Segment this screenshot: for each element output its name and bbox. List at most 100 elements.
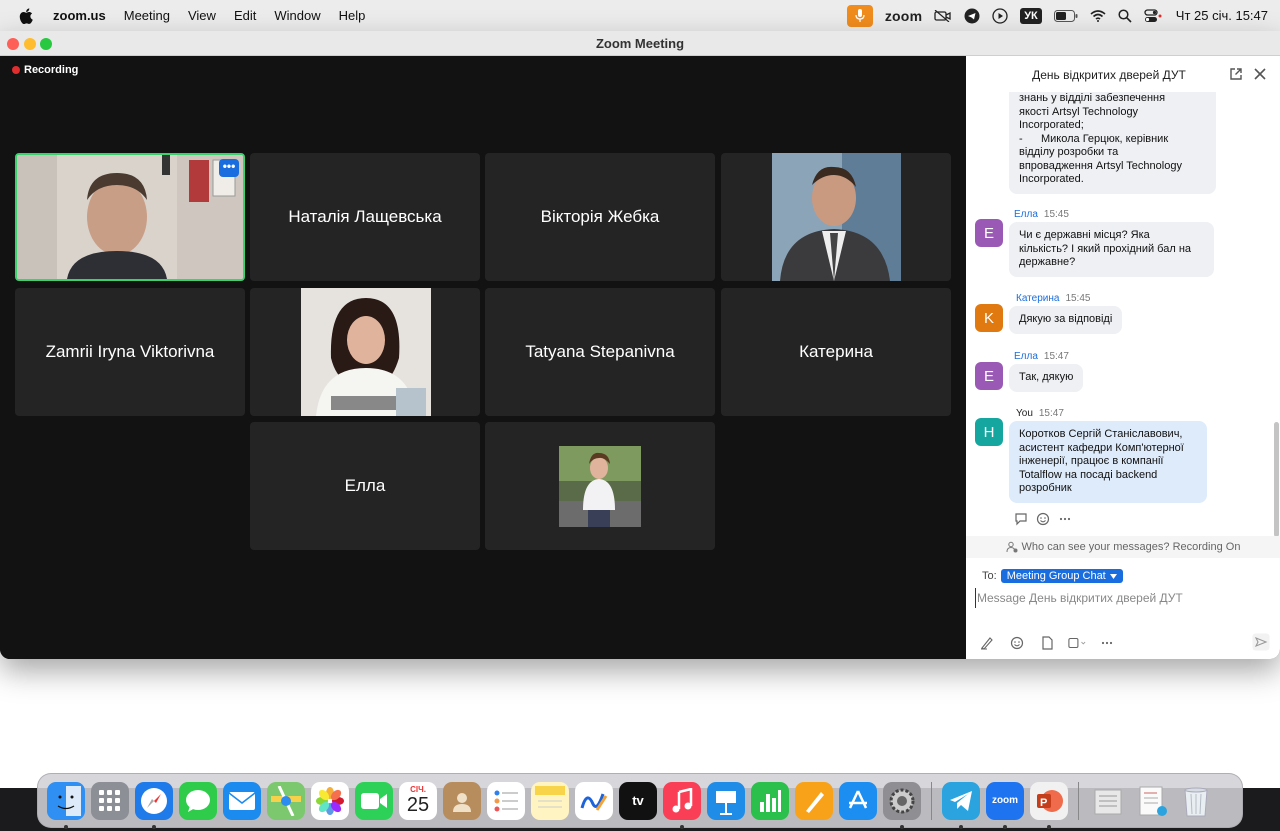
contacts-icon[interactable] bbox=[443, 781, 481, 820]
messages-icon[interactable] bbox=[179, 781, 217, 820]
emoji-icon[interactable] bbox=[1008, 634, 1026, 652]
participant-tile-zamrii[interactable]: Zamrii Iryna Viktorivna bbox=[15, 288, 245, 416]
apple-tv-icon[interactable]: tv bbox=[619, 781, 657, 820]
recording-indicator[interactable]: Recording bbox=[12, 64, 78, 76]
participant-video-man-icon bbox=[17, 155, 243, 279]
message-line: якості Artsyl Technology bbox=[1019, 105, 1139, 118]
safari-icon[interactable] bbox=[135, 781, 173, 829]
music-icon[interactable] bbox=[663, 781, 701, 829]
attach-file-icon[interactable] bbox=[1038, 634, 1056, 652]
participant-tile-video-child[interactable] bbox=[485, 422, 715, 550]
avatar[interactable]: H bbox=[975, 418, 1003, 446]
control-center-icon[interactable] bbox=[1144, 0, 1162, 31]
chat-message-bubble[interactable]: Дякую за відповіді bbox=[1009, 306, 1123, 334]
menu-bar: zoom.us Meeting View Edit Window Help zo… bbox=[0, 0, 1280, 31]
avatar[interactable]: K bbox=[975, 304, 1003, 332]
format-text-icon[interactable] bbox=[978, 634, 996, 652]
screenshot-icon[interactable] bbox=[1068, 634, 1086, 652]
more-options-icon[interactable] bbox=[1058, 512, 1072, 526]
message-line: знань у відділі забезпечення bbox=[1019, 92, 1166, 104]
keynote-icon[interactable] bbox=[707, 781, 745, 820]
powerpoint-icon[interactable]: P bbox=[1030, 781, 1068, 829]
window-title-bar[interactable]: Zoom Meeting bbox=[0, 31, 1280, 56]
trash-icon[interactable] bbox=[1177, 782, 1215, 820]
facetime-icon[interactable] bbox=[355, 781, 393, 820]
chat-scrollbar[interactable] bbox=[1274, 422, 1279, 536]
photos-icon[interactable] bbox=[311, 781, 349, 820]
finder-icon[interactable] bbox=[47, 781, 85, 829]
menu-app-name[interactable]: zoom.us bbox=[53, 8, 106, 23]
avatar[interactable]: E bbox=[975, 219, 1003, 247]
zoom-menu-extra[interactable]: zoom bbox=[885, 8, 922, 24]
apple-logo-icon[interactable] bbox=[15, 7, 37, 24]
maps-icon[interactable] bbox=[267, 781, 305, 820]
participant-photo-icon bbox=[559, 446, 641, 527]
calendar-icon[interactable]: СІЧ. 25 bbox=[399, 781, 437, 820]
app-store-icon[interactable] bbox=[839, 781, 877, 820]
more-options-icon[interactable] bbox=[1098, 634, 1116, 652]
message-time: 15:47 bbox=[1038, 408, 1064, 419]
add-reaction-icon[interactable] bbox=[1036, 512, 1050, 526]
privacy-notice[interactable]: Who can see your messages? Recording On bbox=[966, 536, 1280, 558]
reply-thread-icon[interactable] bbox=[1014, 512, 1028, 526]
chat-message-bubble[interactable]: Так, дякую bbox=[1009, 364, 1084, 392]
spotlight-search-icon[interactable] bbox=[1118, 0, 1132, 31]
participant-tile-ella[interactable]: Елла bbox=[250, 422, 480, 550]
launchpad-icon[interactable] bbox=[91, 781, 129, 820]
calendar-day: 25 bbox=[406, 794, 430, 816]
close-icon[interactable] bbox=[1252, 66, 1268, 82]
participant-tile-active-speaker[interactable]: ••• bbox=[15, 153, 245, 281]
pop-out-icon[interactable] bbox=[1228, 66, 1244, 82]
telegram-menu-icon[interactable] bbox=[964, 0, 980, 31]
participant-tile-tatyana[interactable]: Tatyana Stepanivna bbox=[485, 288, 715, 416]
mail-icon[interactable] bbox=[223, 781, 261, 820]
message-time: 15:45 bbox=[1065, 293, 1091, 304]
send-icon[interactable] bbox=[1252, 633, 1270, 651]
telegram-icon[interactable] bbox=[942, 781, 980, 829]
apple-tv-label: tv bbox=[632, 793, 644, 808]
menu-edit[interactable]: Edit bbox=[234, 8, 256, 23]
chat-message-list[interactable]: знань у відділі забезпечення якості Arts… bbox=[966, 92, 1280, 536]
my-chat-message-bubble[interactable]: Коротков Сергій Станіславович, асистент … bbox=[1009, 421, 1207, 503]
menu-bar-clock[interactable]: Чт 25 січ. 15:47 bbox=[1176, 8, 1268, 23]
chat-message-bubble[interactable]: знань у відділі забезпечення якості Arts… bbox=[1009, 92, 1216, 194]
keyboard-layout-badge[interactable]: УК bbox=[1020, 7, 1042, 24]
message-sender: You 15:47 bbox=[1016, 408, 1064, 419]
play-circle-icon[interactable] bbox=[992, 0, 1008, 31]
message-input[interactable] bbox=[975, 588, 1265, 608]
numbers-icon[interactable] bbox=[751, 781, 789, 820]
menu-window[interactable]: Window bbox=[274, 8, 320, 23]
participant-tile-kateryna[interactable]: Катерина bbox=[721, 288, 951, 416]
menu-view[interactable]: View bbox=[188, 8, 216, 23]
message-line: інженерії, працює в компанії bbox=[1019, 455, 1164, 467]
menu-help[interactable]: Help bbox=[339, 8, 366, 23]
downloads-icon[interactable] bbox=[1089, 782, 1127, 820]
participant-name: Tatyana Stepanivna bbox=[525, 342, 675, 361]
participant-tile-natalia[interactable]: Наталія Лащевська bbox=[250, 153, 480, 281]
participant-name: Елла bbox=[344, 476, 386, 495]
wifi-icon[interactable] bbox=[1090, 0, 1106, 31]
documents-icon[interactable] bbox=[1133, 782, 1171, 820]
reminders-icon[interactable] bbox=[487, 781, 525, 820]
avatar[interactable]: E bbox=[975, 362, 1003, 390]
pages-icon[interactable] bbox=[795, 781, 833, 820]
chat-message-bubble[interactable]: Чи є державні місця? Яка кількість? І як… bbox=[1009, 222, 1214, 277]
recipient-dropdown[interactable]: Meeting Group Chat bbox=[1000, 569, 1123, 583]
notes-icon[interactable] bbox=[531, 781, 569, 820]
sender-name: Елла bbox=[1014, 351, 1038, 362]
freeform-icon[interactable] bbox=[575, 781, 613, 820]
message-line: асистент кафедри Комп'ютерної bbox=[1019, 441, 1184, 454]
microphone-in-use-icon[interactable] bbox=[846, 4, 873, 27]
zoom-icon[interactable]: zoom bbox=[986, 781, 1024, 829]
participant-tile-video-woman[interactable] bbox=[250, 288, 480, 416]
privacy-notice-text: Who can see your messages? Recording On bbox=[1021, 541, 1241, 553]
participant-tile-viktoria[interactable]: Вікторія Жебка bbox=[485, 153, 715, 281]
participant-more-options-button[interactable]: ••• bbox=[219, 159, 239, 177]
video-gallery: Recording ••• Наталія Лащевська Вікторія… bbox=[0, 56, 966, 659]
chat-panel: День відкритих дверей ДУТ знань у відділ… bbox=[966, 56, 1280, 659]
system-settings-icon[interactable] bbox=[883, 781, 921, 829]
participant-tile-video-man-suit[interactable] bbox=[721, 153, 951, 281]
menu-meeting[interactable]: Meeting bbox=[124, 8, 170, 23]
camera-off-icon[interactable] bbox=[934, 0, 952, 31]
battery-icon[interactable] bbox=[1053, 0, 1078, 31]
